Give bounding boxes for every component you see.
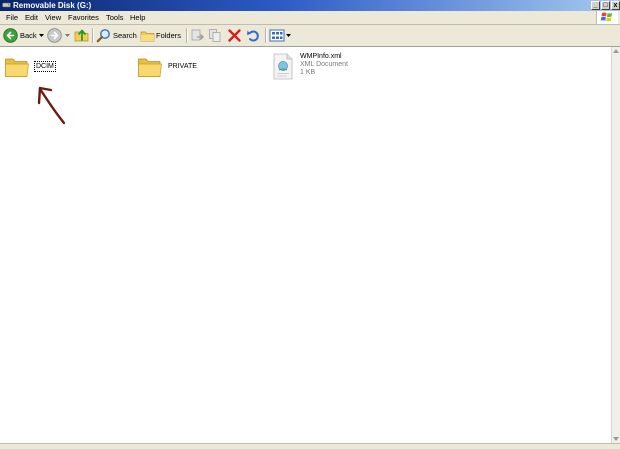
folder-icon xyxy=(138,58,162,77)
toolbar-separator xyxy=(92,28,94,43)
menu-bar: File Edit View Favorites Tools Help xyxy=(0,11,620,25)
menu-favorites[interactable]: Favorites xyxy=(68,11,99,25)
menu-file[interactable]: File xyxy=(6,11,18,25)
file-name: PRIVATE xyxy=(168,63,197,70)
explorer-window: Removable Disk (G:) _ □ x File Edit View… xyxy=(0,0,620,449)
up-button[interactable] xyxy=(73,25,90,46)
folders-icon xyxy=(140,31,155,42)
file-name: DCIM xyxy=(34,61,56,72)
status-bar xyxy=(0,443,620,449)
window-title: Removable Disk (G:) xyxy=(13,1,92,10)
file-item-dcim[interactable]: DCIM xyxy=(4,55,74,81)
back-arrow-icon xyxy=(3,28,18,43)
undo-button[interactable] xyxy=(245,25,262,46)
views-button[interactable] xyxy=(268,25,292,46)
close-button[interactable]: x xyxy=(611,1,620,10)
toolbar-separator xyxy=(186,28,188,43)
scroll-up-icon xyxy=(613,49,619,53)
back-button[interactable]: Back xyxy=(2,25,44,46)
move-to-icon xyxy=(191,29,204,41)
forward-dropdown-icon xyxy=(65,34,70,37)
file-type: XML Document xyxy=(300,61,348,68)
move-to-button[interactable] xyxy=(189,25,206,46)
file-name: WMPInfo.xml xyxy=(300,53,342,60)
copy-to-icon xyxy=(209,29,221,42)
minimize-button[interactable]: _ xyxy=(591,1,600,10)
file-size: 1 KB xyxy=(300,69,316,76)
forward-button[interactable] xyxy=(46,25,70,46)
xml-document-icon xyxy=(273,53,293,80)
back-label: Back xyxy=(20,31,37,40)
menu-view[interactable]: View xyxy=(45,11,61,25)
windows-flag-icon xyxy=(600,12,612,22)
maximize-button[interactable]: □ xyxy=(601,1,610,10)
menu-edit[interactable]: Edit xyxy=(25,11,38,25)
menu-help[interactable]: Help xyxy=(130,11,145,25)
toolbar-separator xyxy=(265,28,267,43)
folders-button[interactable]: Folders xyxy=(139,25,183,46)
title-bar[interactable]: Removable Disk (G:) _ □ x xyxy=(0,0,620,11)
delete-button[interactable] xyxy=(226,25,243,46)
delete-icon xyxy=(228,29,241,42)
search-icon xyxy=(96,29,110,43)
views-icon xyxy=(269,29,285,42)
menu-tools[interactable]: Tools xyxy=(106,11,124,25)
back-dropdown-icon xyxy=(39,34,44,37)
standard-toolbar: Back Search Folders xyxy=(0,25,620,47)
up-folder-icon xyxy=(74,29,89,42)
folder-icon xyxy=(5,58,29,77)
search-button[interactable]: Search xyxy=(95,25,137,46)
vertical-scrollbar[interactable] xyxy=(611,47,620,443)
copy-to-button[interactable] xyxy=(207,25,224,46)
forward-arrow-icon xyxy=(47,28,62,43)
search-label: Search xyxy=(113,31,137,40)
views-dropdown-icon xyxy=(286,34,291,37)
undo-icon xyxy=(247,30,259,42)
windows-logo xyxy=(596,11,618,24)
annotation-arrow-icon xyxy=(37,86,66,125)
scroll-down-icon xyxy=(613,437,619,441)
file-list-pane[interactable]: DCIM PRIVATE WMPInfo.xml XML Document 1 … xyxy=(0,47,611,443)
removable-disk-icon xyxy=(2,2,11,8)
file-item-private[interactable]: PRIVATE xyxy=(137,55,217,81)
file-item-wmpinfo[interactable]: WMPInfo.xml XML Document 1 KB xyxy=(271,51,361,81)
folders-label: Folders xyxy=(156,31,182,40)
